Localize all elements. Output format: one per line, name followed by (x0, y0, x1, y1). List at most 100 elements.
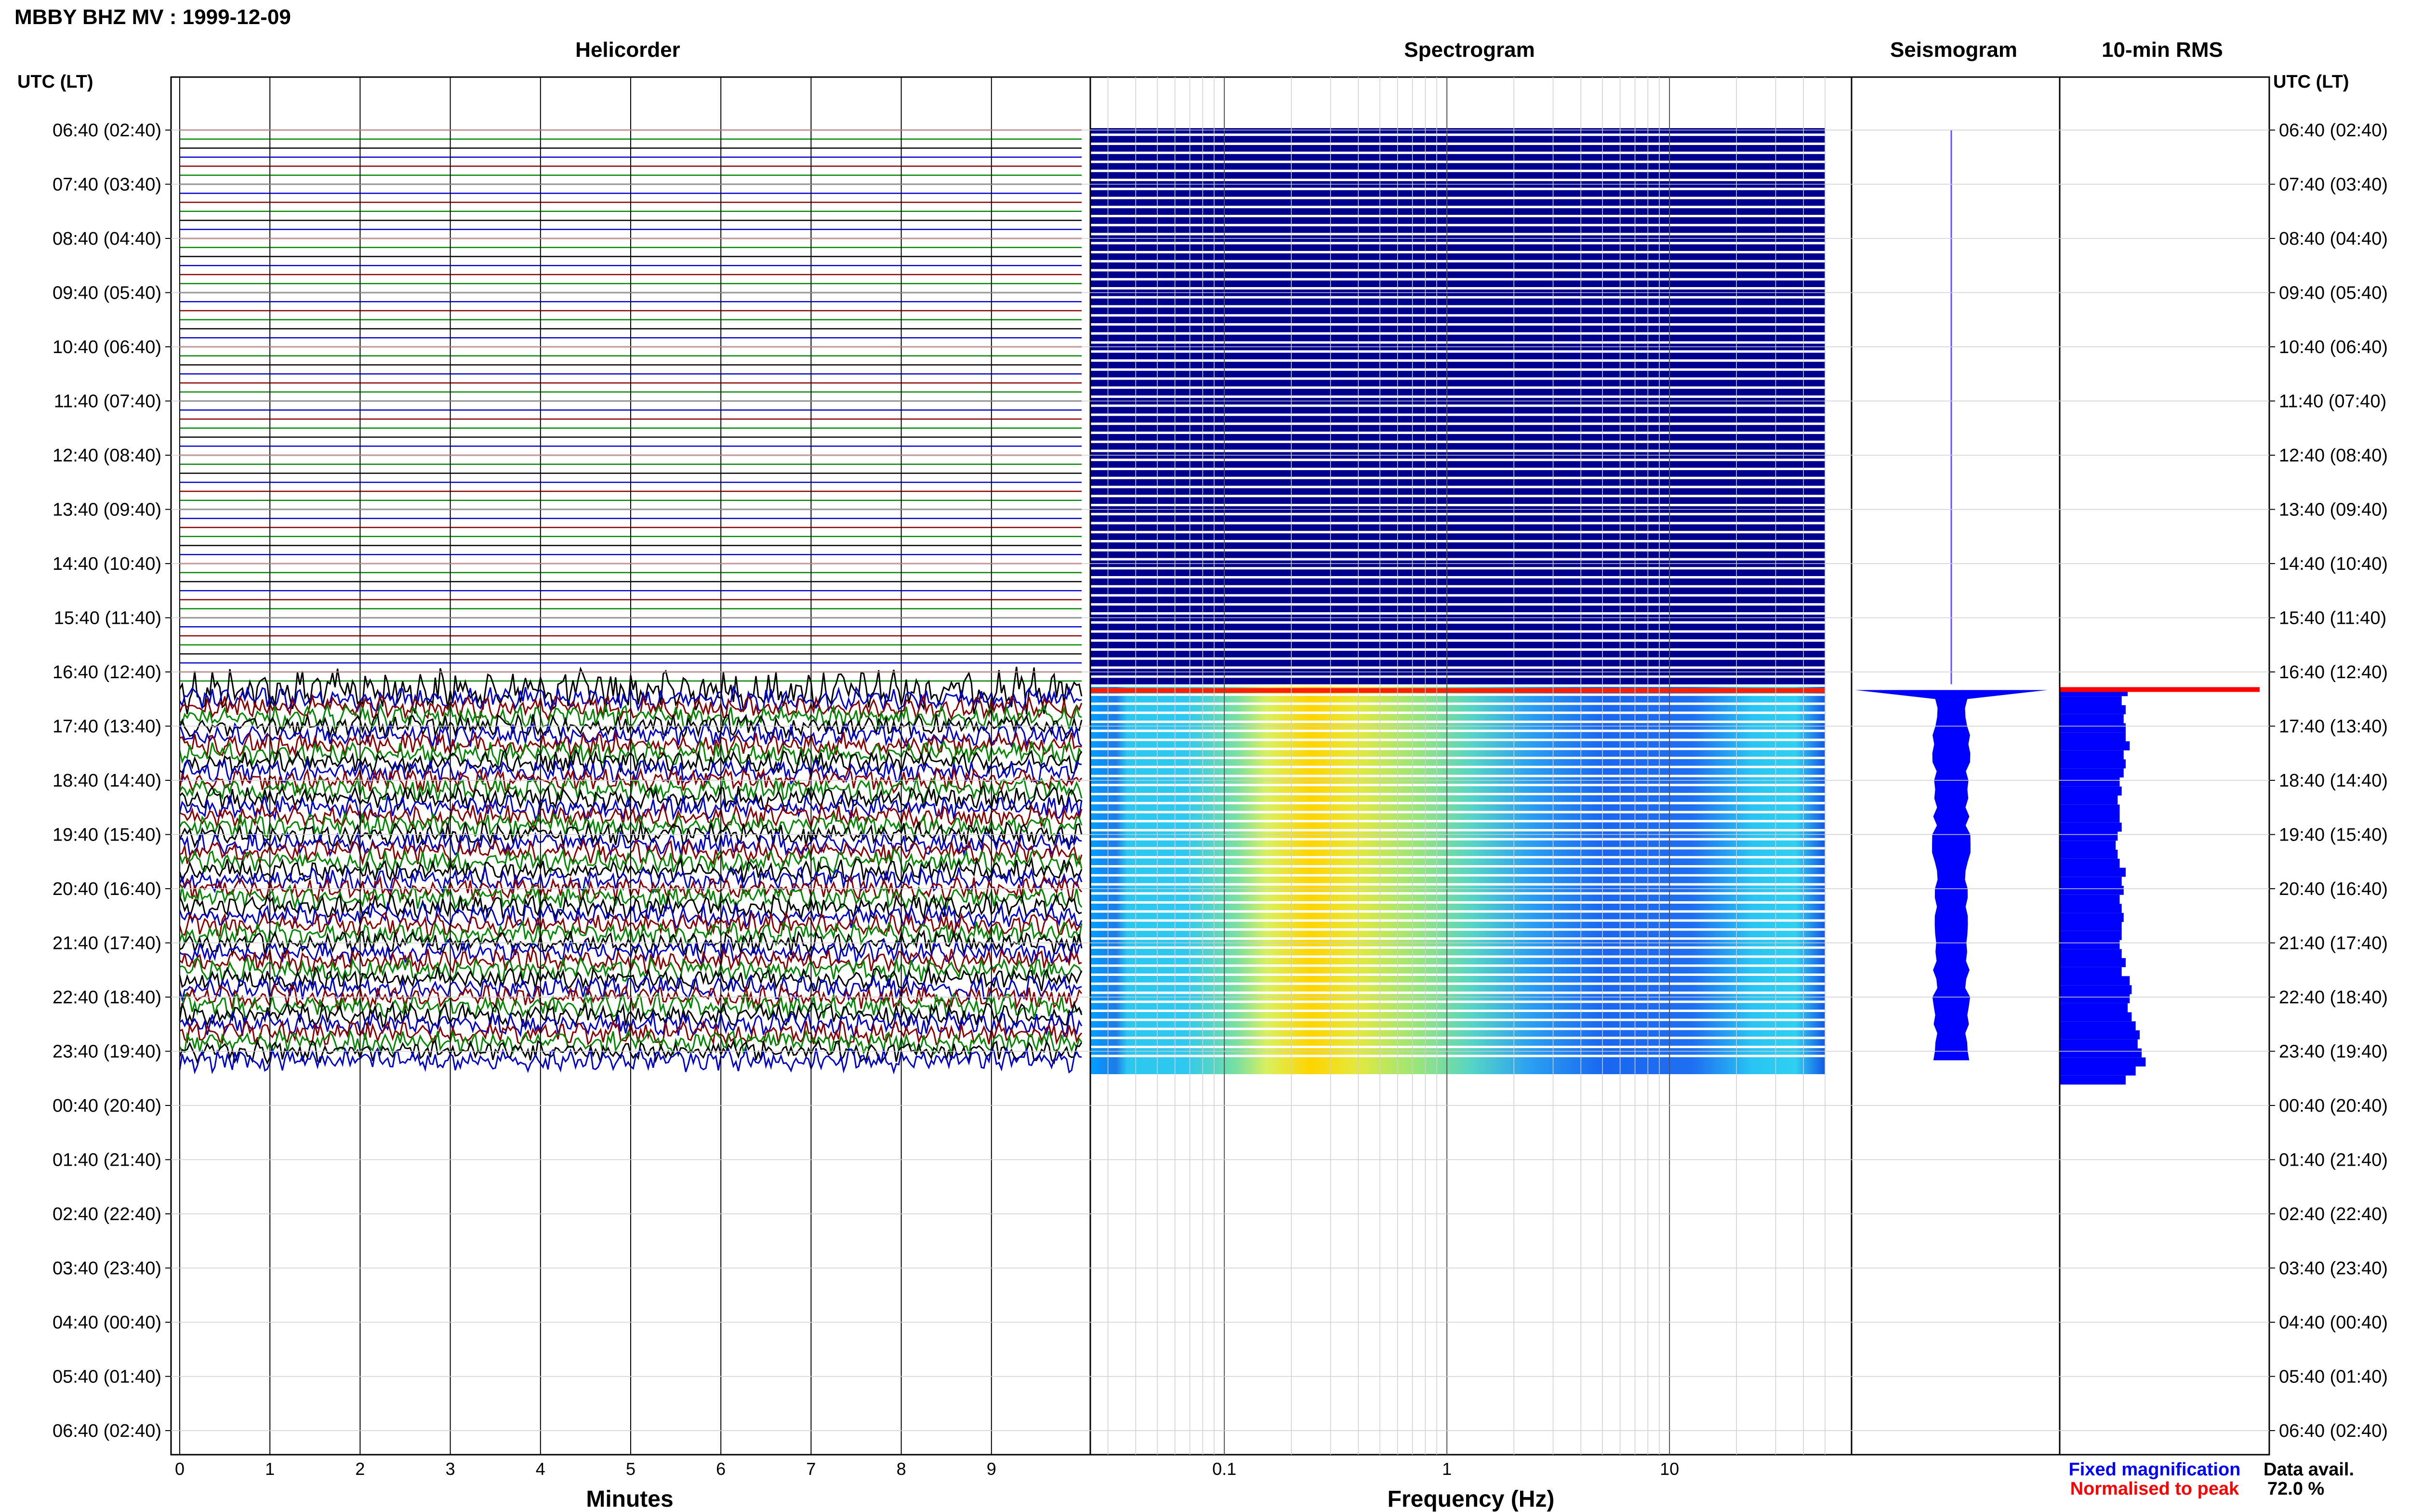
rms-bar (2060, 958, 2126, 967)
rms-bar (2060, 904, 2122, 913)
rms-bar (2060, 714, 2124, 723)
rms-bar (2060, 858, 2120, 868)
rms-peak-bar (2060, 687, 2260, 692)
time-tick-label-left: 16:40 (12:40) (53, 662, 161, 683)
rms-bar (2060, 759, 2126, 769)
time-tick-label-right: 21:40 (17:40) (2279, 933, 2388, 954)
legend-fixed-magnification: Fixed magnification (2069, 1459, 2241, 1480)
frequency-tick-label: 0.1 (1212, 1459, 1236, 1479)
time-tick-label-left: 03:40 (23:40) (53, 1259, 161, 1279)
time-axis-title-left: UTC (LT) (17, 72, 93, 92)
rms-bar (2060, 1057, 2146, 1067)
time-tick-label-left: 19:40 (15:40) (53, 825, 161, 845)
minute-tick-label: 7 (806, 1459, 816, 1479)
rms-bar (2060, 886, 2124, 895)
minute-tick-label: 8 (897, 1459, 906, 1479)
rms-bar (2060, 795, 2118, 805)
rms-bar (2060, 850, 2118, 859)
rms-bar (2060, 822, 2122, 832)
time-tick-label-right: 06:40 (02:40) (2279, 1421, 2388, 1441)
rms-plot (2060, 687, 2260, 1085)
minute-tick-label: 5 (626, 1459, 635, 1479)
time-tick-label-right: 04:40 (00:40) (2279, 1313, 2388, 1333)
time-tick-label-right: 08:40 (04:40) (2279, 229, 2388, 249)
rms-bar (2060, 976, 2130, 986)
time-tick-label-left: 20:40 (16:40) (53, 879, 161, 899)
time-tick-label-right: 19:40 (15:40) (2279, 825, 2388, 845)
time-tick-label-right: 09:40 (05:40) (2279, 283, 2388, 303)
time-tick-label-left: 18:40 (14:40) (53, 771, 161, 791)
rms-bar (2060, 777, 2120, 787)
rms-bar (2060, 1021, 2136, 1031)
time-tick-label-left: 04:40 (00:40) (53, 1313, 161, 1333)
data-availability-value: 72.0 % (2267, 1479, 2324, 1499)
rms-panel-title: 10-min RMS (2102, 38, 2223, 62)
minute-tick-label: 3 (446, 1459, 455, 1479)
rms-bar (2060, 868, 2126, 877)
minute-tick-label: 0 (175, 1459, 185, 1479)
time-tick-label-right: 14:40 (10:40) (2279, 554, 2388, 574)
rms-bar (2060, 1039, 2138, 1049)
minute-tick-label: 2 (355, 1459, 365, 1479)
spectrogram-panel-title: Spectrogram (1404, 38, 1535, 62)
time-tick-label-left: 01:40 (21:40) (53, 1150, 161, 1170)
rms-bar (2060, 894, 2120, 904)
rms-bar (2060, 831, 2118, 841)
time-tick-label-right: 11:40 (07:40) (2279, 392, 2386, 412)
time-tick-label-left: 08:40 (04:40) (53, 229, 161, 249)
rms-bar (2060, 741, 2130, 750)
time-tick-label-right: 15:40 (11:40) (2279, 608, 2386, 629)
figure-title: MBBY BHZ MV : 1999-12-09 (14, 5, 291, 29)
rms-bar (2060, 804, 2120, 814)
minute-tick-label: 1 (265, 1459, 275, 1479)
time-tick-label-right: 16:40 (12:40) (2279, 662, 2388, 683)
time-tick-label-left: 21:40 (17:40) (53, 933, 161, 954)
time-tick-label-right: 17:40 (13:40) (2279, 717, 2388, 737)
time-tick-label-right: 07:40 (03:40) (2279, 175, 2388, 195)
time-tick-label-right: 10:40 (06:40) (2279, 337, 2388, 357)
time-tick-label-left: 12:40 (08:40) (53, 446, 161, 466)
time-tick-label-right: 00:40 (20:40) (2279, 1096, 2388, 1116)
time-tick-label-left: 07:40 (03:40) (53, 175, 161, 195)
rms-bar (2060, 922, 2122, 931)
time-tick-label-right: 18:40 (14:40) (2279, 771, 2388, 791)
spectrogram-data-region (1090, 684, 1825, 1074)
time-axis-title-right: UTC (LT) (2273, 72, 2349, 92)
time-tick-label-left: 05:40 (01:40) (53, 1367, 161, 1387)
time-tick-label-right: 06:40 (02:40) (2279, 120, 2388, 141)
rms-bar (2060, 814, 2120, 823)
time-tick-label-right: 22:40 (18:40) (2279, 987, 2388, 1008)
time-tick-label-left: 14:40 (10:40) (53, 554, 161, 574)
seismogram-panel-title: Seismogram (1890, 38, 2017, 62)
time-tick-label-left: 17:40 (13:40) (53, 717, 161, 737)
minute-tick-label: 6 (716, 1459, 726, 1479)
rms-bar (2060, 940, 2120, 949)
time-tick-label-right: 23:40 (19:40) (2279, 1042, 2388, 1062)
rms-bar (2060, 1075, 2126, 1085)
frequency-tick-label: 1 (1442, 1459, 1452, 1479)
rms-bar (2060, 696, 2122, 706)
time-tick-label-left: 09:40 (05:40) (53, 283, 161, 303)
rms-bar (2060, 786, 2122, 796)
time-tick-label-left: 15:40 (11:40) (54, 608, 161, 629)
time-tick-label-right: 01:40 (21:40) (2279, 1150, 2388, 1170)
rms-bar (2060, 1030, 2140, 1039)
legend-normalised-to-peak: Normalised to peak (2070, 1479, 2239, 1499)
rms-bar (2060, 841, 2116, 850)
helicorder-panel-title: Helicorder (575, 38, 680, 62)
frequency-axis-label: Frequency (Hz) (1388, 1486, 1555, 1512)
minutes-axis-label: Minutes (586, 1486, 673, 1512)
seismogram-plot (1855, 130, 2048, 1061)
time-tick-label-left: 06:40 (02:40) (53, 1421, 161, 1441)
rms-bar (2060, 913, 2124, 922)
time-tick-label-left: 00:40 (20:40) (53, 1096, 161, 1116)
rms-bar (2060, 931, 2122, 940)
time-tick-label-left: 02:40 (22:40) (53, 1204, 161, 1224)
rms-bar (2060, 1048, 2142, 1058)
time-tick-label-left: 22:40 (18:40) (53, 987, 161, 1008)
frequency-tick-label: 10 (1660, 1459, 1679, 1479)
seismic-figure: MBBY BHZ MV : 1999-12-09 UTC (LT) UTC (L… (14, 5, 2388, 1512)
rms-bar (2060, 985, 2132, 995)
time-tick-label-right: 12:40 (08:40) (2279, 446, 2388, 466)
time-tick-label-right: 03:40 (23:40) (2279, 1259, 2388, 1279)
